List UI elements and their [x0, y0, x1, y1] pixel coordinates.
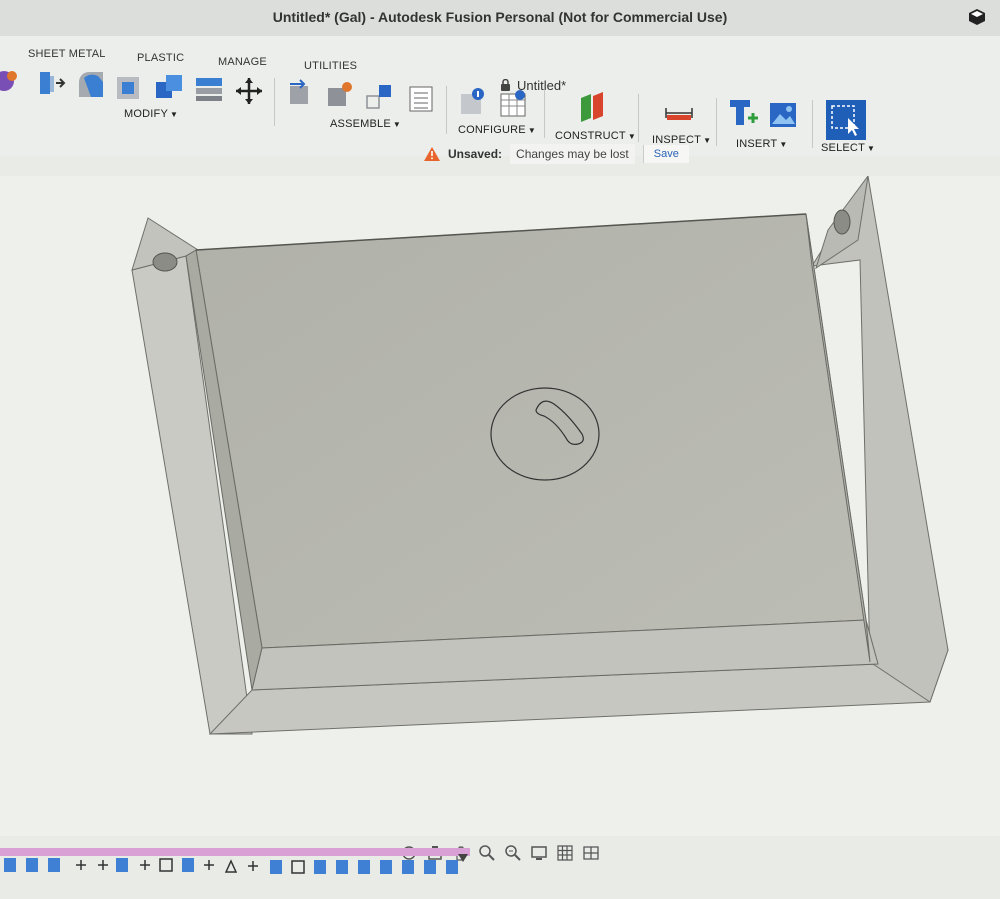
- ribbon-divider: [638, 94, 639, 142]
- warning-icon: [424, 147, 440, 161]
- tray-model[interactable]: [131, 176, 949, 735]
- group-select[interactable]: SELECT ▼: [821, 142, 875, 154]
- window-title: Untitled* (Gal) - Autodesk Fusion Person…: [272, 9, 728, 25]
- group-configure[interactable]: CONFIGURE ▼: [458, 124, 536, 136]
- viewports-icon[interactable]: [582, 844, 600, 862]
- timeline-feature-icon[interactable]: [446, 860, 458, 874]
- tab-manage[interactable]: MANAGE: [218, 56, 267, 68]
- measure-icon[interactable]: [664, 98, 694, 128]
- timeline-feature-icon[interactable]: [4, 858, 16, 872]
- press-pull-icon[interactable]: [36, 68, 66, 98]
- combine-icon[interactable]: [154, 72, 184, 102]
- timeline-feature-icon[interactable]: [314, 860, 326, 874]
- zoom-window-icon[interactable]: [504, 844, 522, 862]
- ribbon-divider: [544, 90, 545, 138]
- tab-utilities[interactable]: UTILITIES: [304, 60, 357, 72]
- move-copy-icon[interactable]: [234, 76, 264, 106]
- timeline-feature-icon[interactable]: [270, 860, 282, 874]
- ribbon-divider: [812, 100, 813, 148]
- group-assemble[interactable]: ASSEMBLE ▼: [330, 118, 401, 130]
- shell-icon[interactable]: [114, 72, 144, 102]
- timeline-feature-icon[interactable]: [358, 860, 370, 874]
- timeline-feature-icon[interactable]: [336, 860, 348, 874]
- sketch-feature-icon[interactable]: [291, 860, 305, 874]
- insert-canvas-icon[interactable]: [768, 100, 798, 130]
- grid-icon[interactable]: [556, 844, 574, 862]
- select-tool-icon[interactable]: [826, 100, 866, 140]
- tab-sheet-metal[interactable]: SHEET METAL: [28, 48, 106, 60]
- bill-of-materials-icon[interactable]: [406, 84, 436, 114]
- zoom-icon[interactable]: [478, 844, 496, 862]
- save-button[interactable]: Save: [642, 145, 689, 163]
- group-insert[interactable]: INSERT ▼: [736, 138, 787, 150]
- timeline-feature-icon[interactable]: [116, 858, 128, 872]
- draft-feature-icon[interactable]: [224, 859, 238, 873]
- as-built-joint-icon[interactable]: [364, 82, 394, 112]
- move-feature-icon[interactable]: [204, 860, 214, 870]
- timeline-feature-icon[interactable]: [26, 858, 38, 872]
- new-component-icon[interactable]: [286, 78, 316, 108]
- move-feature-icon[interactable]: [76, 860, 86, 870]
- replace-face-icon[interactable]: [194, 74, 224, 104]
- timeline-feature-icon[interactable]: [182, 858, 194, 872]
- unsaved-message: Changes may be lost: [510, 144, 635, 164]
- move-feature-icon[interactable]: [248, 861, 258, 871]
- timeline-features: [4, 854, 468, 874]
- insert-derive-icon[interactable]: [728, 98, 758, 128]
- group-modify[interactable]: MODIFY ▼: [124, 108, 178, 120]
- move-feature-icon[interactable]: [98, 860, 108, 870]
- sketch-feature-icon[interactable]: [159, 858, 173, 872]
- configure-design-icon[interactable]: [458, 86, 488, 116]
- unsaved-notification: Unsaved: Changes may be lost Save: [424, 144, 689, 164]
- timeline-marker-icon[interactable]: [458, 854, 468, 862]
- title-bar: Untitled* (Gal) - Autodesk Fusion Person…: [0, 0, 1000, 37]
- ribbon-divider: [274, 78, 275, 126]
- joint-icon[interactable]: [325, 80, 355, 110]
- group-construct[interactable]: CONSTRUCT ▼: [555, 130, 636, 142]
- toolbar-ribbon: Untitled* SHEET METAL PLASTIC MANAGE UTI…: [0, 36, 1000, 156]
- tab-plastic[interactable]: PLASTIC: [137, 52, 184, 64]
- unsaved-label: Unsaved:: [448, 147, 503, 161]
- timeline-feature-icon[interactable]: [402, 860, 414, 874]
- offset-plane-icon[interactable]: [577, 92, 607, 122]
- display-settings-icon[interactable]: [530, 844, 548, 862]
- fillet-icon[interactable]: [76, 70, 106, 100]
- ribbon-divider: [716, 98, 717, 146]
- sketch-tool-icon[interactable]: [0, 66, 24, 96]
- ribbon-divider: [446, 86, 447, 134]
- timeline-feature-icon[interactable]: [380, 860, 392, 874]
- timeline-feature-icon[interactable]: [424, 860, 436, 874]
- timeline-feature-icon[interactable]: [48, 858, 60, 872]
- configuration-table-icon[interactable]: [498, 88, 528, 118]
- data-panel-cube-icon[interactable]: [968, 8, 986, 26]
- canvas-viewport[interactable]: [0, 176, 1000, 836]
- move-feature-icon[interactable]: [140, 860, 150, 870]
